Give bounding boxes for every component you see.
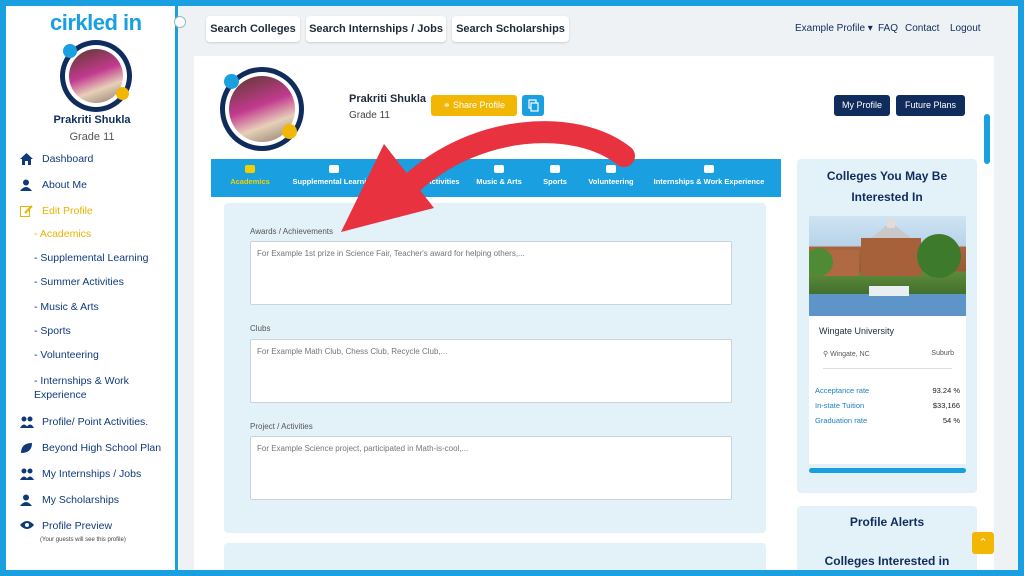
annotation-arrow: [341, 121, 635, 232]
app-frame: cirkled in Prakriti Shukla Grade 11 Dash…: [6, 6, 1018, 570]
chevron-up-icon: ⌃: [978, 537, 988, 549]
scroll-to-top-button[interactable]: ⌃: [972, 532, 994, 554]
